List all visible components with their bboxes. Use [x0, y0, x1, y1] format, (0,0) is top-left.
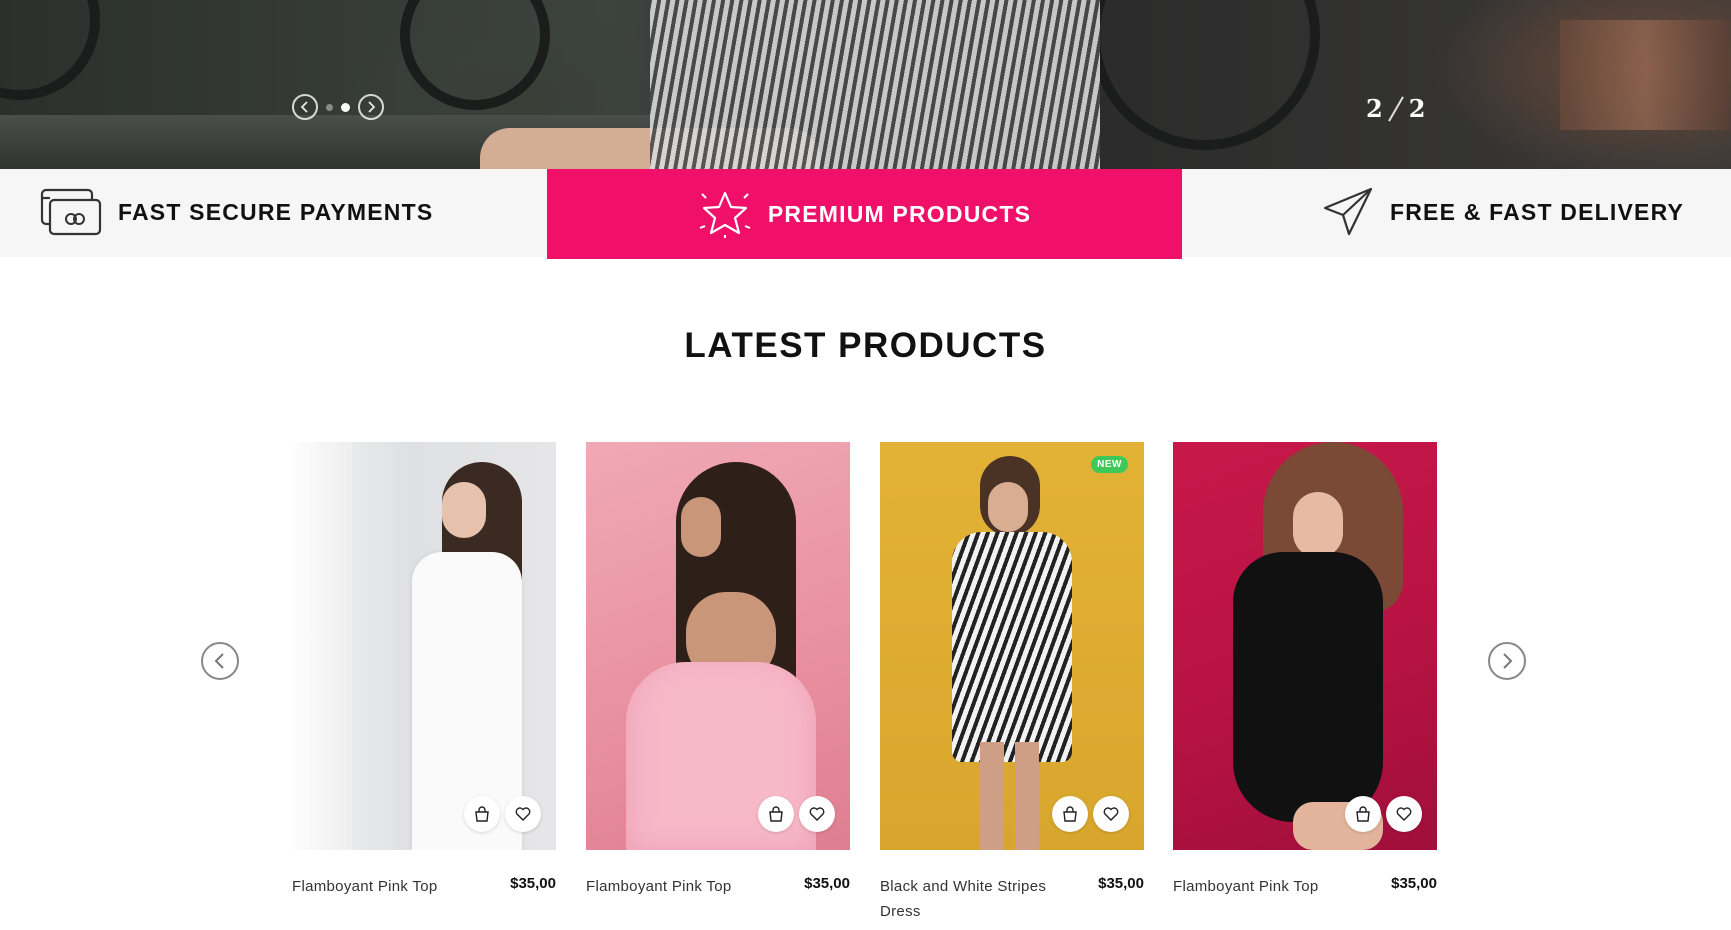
shopping-bag-icon: [475, 806, 489, 822]
carousel-next-button[interactable]: [1488, 642, 1526, 680]
product-price: $35,00: [1098, 875, 1144, 892]
product-model: [1293, 492, 1343, 558]
heart-icon: [515, 807, 531, 821]
shopping-bag-icon: [1356, 806, 1370, 822]
chevron-left-icon: [300, 101, 308, 113]
credit-card-icon: [40, 188, 102, 236]
feature-label: PREMIUM PRODUCTS: [767, 200, 1032, 227]
chevron-left-icon: [214, 653, 224, 669]
product-model: [988, 482, 1028, 532]
hero-model-coat: [650, 0, 1100, 169]
chevron-right-icon: [1503, 653, 1513, 669]
slider-prev-button[interactable]: [292, 94, 318, 120]
product-name[interactable]: Flamboyant Pink Top: [586, 874, 771, 899]
heart-icon: [809, 807, 825, 821]
product-model: [292, 442, 352, 850]
product-meta: Flamboyant Pink Top $35,00: [586, 874, 850, 899]
shopping-bag-icon: [769, 806, 783, 822]
shopping-bag-icon: [1063, 806, 1077, 822]
product-meta: Black and White Stripes Dress $35,00: [880, 874, 1144, 924]
product-name[interactable]: Flamboyant Pink Top: [1173, 874, 1358, 899]
add-to-wishlist-button[interactable]: [505, 796, 541, 832]
product-card[interactable]: Flamboyant Pink Top $35,00: [1173, 442, 1437, 899]
product-model: [952, 532, 1072, 762]
latest-products-title: LATEST PRODUCTS: [684, 326, 1047, 365]
slider-controls: [292, 94, 384, 120]
add-to-cart-button[interactable]: [758, 796, 794, 832]
product-card[interactable]: Flamboyant Pink Top $35,00: [586, 442, 850, 899]
add-to-wishlist-button[interactable]: [1093, 796, 1129, 832]
feature-fast-delivery: FREE & FAST DELIVERY: [1322, 169, 1684, 255]
heart-icon: [1396, 807, 1412, 821]
chevron-right-icon: [368, 101, 376, 113]
feature-label: FREE & FAST DELIVERY: [1390, 198, 1685, 225]
product-model: [1233, 552, 1383, 822]
add-to-cart-button[interactable]: [1052, 796, 1088, 832]
new-badge: NEW: [1091, 456, 1128, 473]
carousel-prev-button[interactable]: [201, 642, 239, 680]
product-price: $35,00: [510, 875, 556, 892]
add-to-wishlist-button[interactable]: [1386, 796, 1422, 832]
add-to-wishlist-button[interactable]: [799, 796, 835, 832]
hero-decor-wheel: [400, 0, 550, 110]
slide-counter-current: 2: [1366, 94, 1383, 123]
hero-banner: 2 2: [0, 0, 1731, 169]
product-image[interactable]: NEW: [880, 442, 1144, 850]
product-model: [681, 497, 721, 557]
slide-counter: 2 2: [1366, 94, 1425, 123]
features-bar: FAST SECURE PAYMENTS PREMIUM PRODUCTS FR…: [0, 169, 1731, 259]
star-icon: [699, 191, 751, 238]
product-model: [1015, 742, 1039, 850]
product-price: $35,00: [1391, 875, 1437, 892]
hero-decor-wheel: [0, 0, 100, 100]
slider-next-button[interactable]: [358, 94, 384, 120]
slide-counter-divider: [1387, 95, 1404, 122]
product-image[interactable]: [292, 442, 556, 850]
product-image[interactable]: [1173, 442, 1437, 850]
product-model: [442, 482, 486, 538]
feature-premium-products: PREMIUM PRODUCTS: [547, 169, 1182, 259]
add-to-cart-button[interactable]: [464, 796, 500, 832]
product-image[interactable]: [586, 442, 850, 850]
product-price: $35,00: [804, 875, 850, 892]
hero-decor-lights: [1560, 20, 1730, 130]
paper-plane-icon: [1323, 187, 1373, 236]
feature-label: FAST SECURE PAYMENTS: [118, 198, 434, 225]
product-name[interactable]: Black and White Stripes Dress: [880, 874, 1065, 924]
hero-decor-wheel: [1090, 0, 1320, 150]
product-name[interactable]: Flamboyant Pink Top: [292, 874, 477, 899]
product-card[interactable]: Flamboyant Pink Top $35,00: [292, 442, 556, 899]
product-meta: Flamboyant Pink Top $35,00: [292, 874, 556, 899]
product-model: [980, 742, 1004, 850]
heart-icon: [1103, 807, 1119, 821]
slider-dot-1[interactable]: [326, 103, 333, 111]
product-card[interactable]: NEW Black and White Stripes Dress $35,00: [880, 442, 1144, 924]
slider-dot-2[interactable]: [341, 102, 350, 112]
add-to-cart-button[interactable]: [1345, 796, 1381, 832]
feature-secure-payments: FAST SECURE PAYMENTS: [40, 169, 433, 255]
product-meta: Flamboyant Pink Top $35,00: [1173, 874, 1437, 899]
slide-counter-total: 2: [1408, 94, 1426, 123]
